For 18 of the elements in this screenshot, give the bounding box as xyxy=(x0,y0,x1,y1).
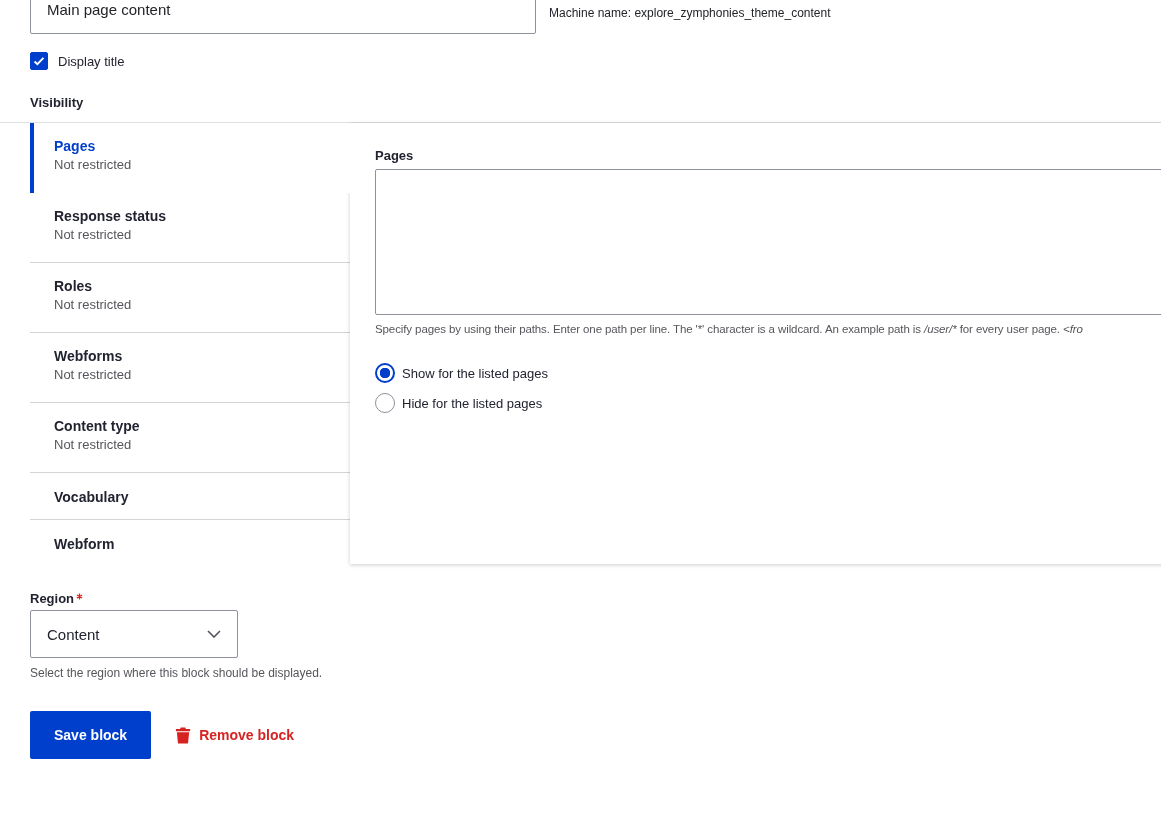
field-label: Region xyxy=(30,591,75,606)
section-heading: Visibility xyxy=(30,95,85,110)
radio-label: Show for the listed pages xyxy=(402,365,548,381)
field-description: Select the region where this block should be displayed. xyxy=(30,666,324,680)
title-field[interactable]: Main page content xyxy=(30,0,536,34)
field-description: Specify pages by using their paths. Enter one path per line. The '*' character is a wildcard. An example path is /user/* for every user page. <fro xyxy=(375,323,1084,335)
checkbox-label: Display title xyxy=(58,53,125,69)
display-title-checkbox[interactable] xyxy=(30,52,48,70)
save-button[interactable]: Save block xyxy=(30,711,152,759)
region-select[interactable]: Content xyxy=(30,610,238,658)
trash-icon xyxy=(175,726,192,744)
radio-label: Hide for the listed pages xyxy=(402,395,543,411)
field-label: Pages xyxy=(375,148,415,163)
machine-name: Machine name: explore_zymphonies_theme_content xyxy=(549,6,831,20)
vertical-tab[interactable]: Webform xyxy=(30,520,350,566)
chevron-down-icon xyxy=(207,630,221,638)
radio-button[interactable] xyxy=(375,363,395,383)
remove-link[interactable]: Remove block xyxy=(175,726,295,744)
